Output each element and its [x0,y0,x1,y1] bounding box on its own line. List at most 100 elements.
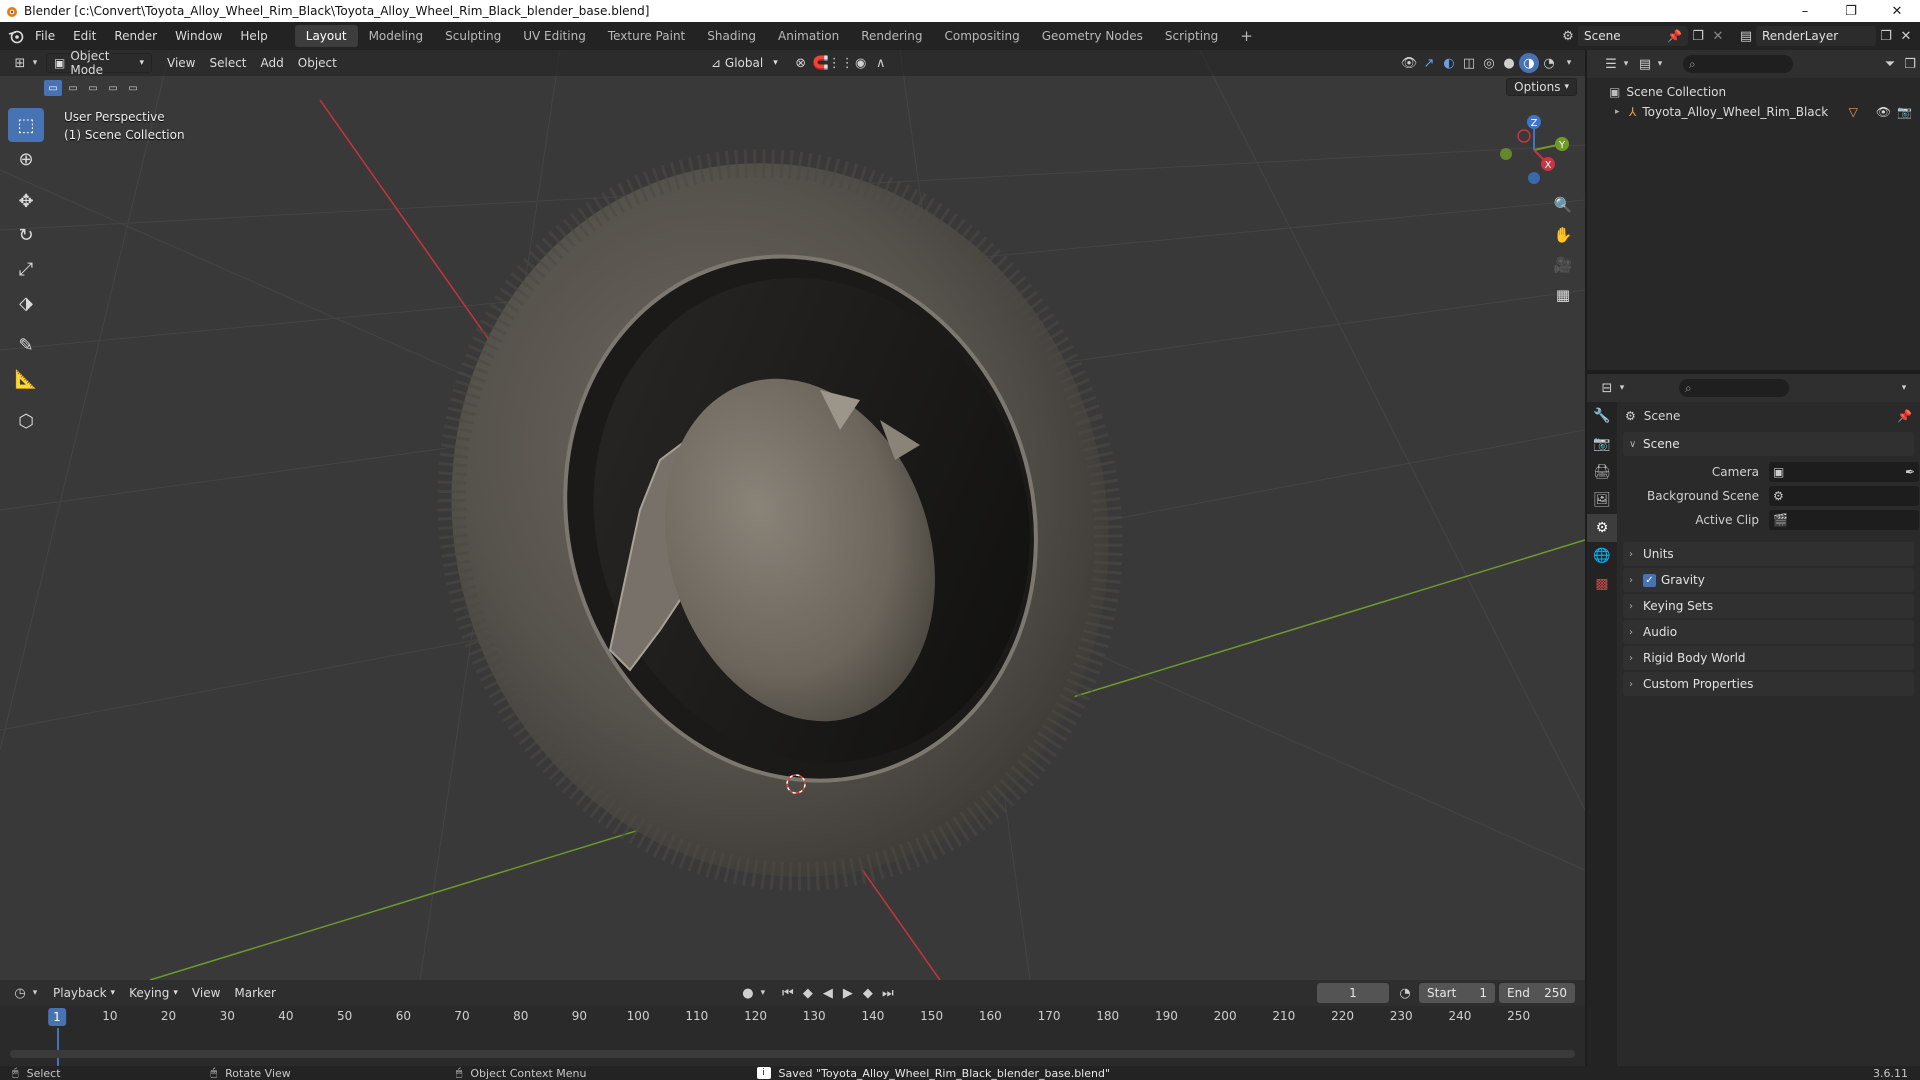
xray-toggle-icon[interactable]: ◫ [1459,53,1479,73]
add-cube-tool[interactable]: ⬡ [8,404,44,438]
new-scene-icon[interactable]: ❐ [1688,26,1708,46]
panel-gravity-header[interactable]: › ✓ Gravity [1623,568,1914,592]
visibility-icon[interactable]: 👁 [1399,53,1419,73]
cursor-tool[interactable]: ⊕ [8,142,44,176]
maximize-button[interactable]: ❐ [1828,0,1874,22]
current-frame-field[interactable]: 1 [1317,983,1389,1003]
tab-tool[interactable]: 🔧 [1587,402,1617,430]
options-dropdown[interactable]: Options ▾ [1506,78,1577,96]
filter-icon[interactable]: ⏷ [1880,54,1900,74]
tab-render[interactable]: 📷 [1587,430,1617,458]
zoom-icon[interactable]: 🔍 [1550,192,1576,218]
tab-world[interactable]: 🌐 [1587,542,1617,570]
tab-geometry-nodes[interactable]: Geometry Nodes [1031,25,1154,47]
eye-visibility-icon[interactable]: 👁 [1876,105,1891,119]
rendered-shading-icon[interactable]: ◔ [1539,53,1559,73]
preview-range-icon[interactable]: ◔ [1395,983,1415,1003]
proportional-edit-icon[interactable]: ◉ [851,53,871,73]
scale-tool[interactable]: ⤢ [8,252,44,286]
select-new-icon[interactable]: ▭ [44,80,62,96]
panel-rigid-body-world-header[interactable]: › Rigid Body World [1623,646,1914,670]
pivot-point-icon[interactable]: ⊗ [791,53,811,73]
properties-editor-icon[interactable]: ⊟ [1597,378,1617,398]
view-layer-icon[interactable]: ▤ [1736,26,1756,46]
menu-object[interactable]: Object [291,53,344,73]
jump-start-icon[interactable]: ⏮ [778,983,798,1003]
panel-keying-sets-header[interactable]: › Keying Sets [1623,594,1914,618]
navigation-gizmo[interactable]: Z Y X [1492,110,1570,188]
add-workspace-button[interactable]: + [1229,25,1264,47]
chevron-down-icon[interactable]: ▾ [1617,378,1627,398]
shading-options-icon[interactable]: ▾ [1559,53,1579,73]
pin-icon[interactable]: 📌 [1667,29,1682,43]
tab-scene[interactable]: ⚙ [1587,514,1617,542]
overlay-toggle-icon[interactable]: ◐ [1439,53,1459,73]
chevron-down-icon[interactable]: ▾ [758,983,768,1003]
rotate-tool[interactable]: ↻ [8,218,44,252]
tab-animation[interactable]: Animation [767,25,850,47]
outliner-search-input[interactable]: ⌕ [1683,55,1793,73]
close-button[interactable]: ✕ [1874,0,1920,22]
chevron-down-icon[interactable]: ▾ [30,53,40,73]
active-clip-field[interactable]: 🎬 [1769,510,1919,530]
end-frame-field[interactable]: End 250 [1499,983,1575,1003]
gizmo-toggle-icon[interactable]: ↗ [1419,53,1439,73]
new-view-layer-icon[interactable]: ❐ [1876,26,1896,46]
next-keyframe-icon[interactable]: ◆ [858,983,878,1003]
wireframe-shading-icon[interactable]: ◎ [1479,53,1499,73]
tab-rendering[interactable]: Rendering [850,25,933,47]
delete-scene-icon[interactable]: ✕ [1708,26,1728,46]
camera-field[interactable]: ▣ ✒ [1769,462,1919,482]
chevron-down-icon[interactable]: ▾ [30,983,40,1003]
tab-output[interactable]: 🖨 [1587,458,1617,486]
menu-add[interactable]: Add [254,53,291,73]
gravity-checkbox[interactable]: ✓ [1643,573,1656,587]
expand-arrow-icon[interactable]: ▸ [1615,107,1629,117]
select-intersect-icon[interactable]: ▭ [124,80,142,96]
prev-keyframe-icon[interactable]: ◆ [798,983,818,1003]
menu-file[interactable]: File [26,22,64,50]
pin-icon[interactable]: 📌 [1897,409,1912,423]
transform-tool[interactable]: ⬗ [8,286,44,320]
menu-playback[interactable]: Playback ▾ [46,983,122,1003]
render-camera-icon[interactable]: 📷 [1897,105,1912,119]
menu-window[interactable]: Window [166,22,231,50]
timeline-ruler[interactable]: 1 10 20 30 40 50 60 70 80 90 100 110 120 130 140 150 160… [0,1006,1585,1028]
annotate-tool[interactable]: ✎ [8,328,44,362]
background-scene-field[interactable]: ⚙ [1769,486,1919,506]
outliner-scene-collection[interactable]: ▣ Scene Collection [1587,82,1920,102]
chevron-down-icon[interactable]: ▾ [1894,378,1914,398]
outliner-item-wheel[interactable]: ▸ ⅄ Toyota_Alloy_Wheel_Rim_Black ▽ 👁 📷 [1587,102,1920,122]
panel-units-header[interactable]: › Units [1623,542,1914,566]
pan-hand-icon[interactable]: ✋ [1550,222,1576,248]
select-box-tool[interactable]: ⬚ [8,108,44,142]
playhead-line[interactable] [57,1028,59,1066]
editor-type-icon[interactable]: ⊞ [10,53,30,73]
tab-sculpting[interactable]: Sculpting [434,25,512,47]
menu-render[interactable]: Render [105,22,166,50]
timeline-scrollbar[interactable] [10,1050,1575,1058]
select-subtract-icon[interactable]: ▭ [84,80,102,96]
snap-target-icon[interactable]: ⋮⋮ [828,53,854,73]
panel-audio-header[interactable]: › Audio [1623,620,1914,644]
panel-scene-header[interactable]: ∨ Scene [1623,432,1914,456]
play-reverse-icon[interactable]: ◀ [818,983,838,1003]
panel-custom-properties-header[interactable]: › Custom Properties [1623,672,1914,696]
properties-search-input[interactable]: ⌕ [1679,379,1789,397]
scene-selector-icon[interactable]: ⚙ [1558,26,1578,46]
play-icon[interactable]: ▶ [838,983,858,1003]
tab-texture-paint[interactable]: Texture Paint [597,25,696,47]
timeline-editor-icon[interactable]: ◷ [10,983,30,1003]
start-frame-field[interactable]: Start 1 [1419,983,1495,1003]
move-tool[interactable]: ✥ [8,184,44,218]
material-shading-icon[interactable]: ◑ [1519,53,1539,73]
menu-select[interactable]: Select [202,53,253,73]
measure-tool[interactable]: 📐 [8,362,44,396]
menu-view[interactable]: View [160,53,202,73]
outliner-editor-icon[interactable]: ☰ [1601,54,1621,74]
falloff-icon[interactable]: ∧ [871,53,891,73]
chevron-down-icon[interactable]: ▾ [1655,54,1665,74]
tab-scripting[interactable]: Scripting [1154,25,1229,47]
menu-edit[interactable]: Edit [64,22,105,50]
perspective-toggle-icon[interactable]: ▦ [1550,282,1576,308]
